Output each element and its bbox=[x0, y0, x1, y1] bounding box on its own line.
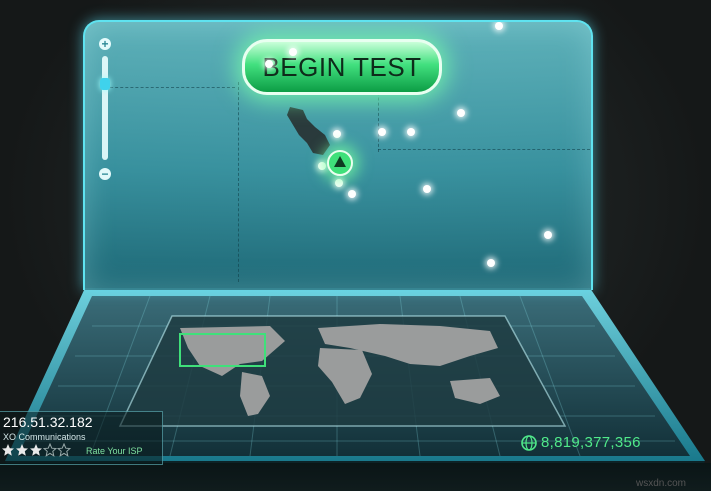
server-dot[interactable] bbox=[487, 259, 495, 267]
landmass-shape bbox=[287, 107, 330, 155]
star-icon[interactable] bbox=[1, 443, 15, 457]
isp-name: XO Communications bbox=[3, 432, 86, 442]
server-dot[interactable] bbox=[333, 130, 341, 138]
zoom-out-button[interactable]: − bbox=[99, 168, 111, 180]
star-icon[interactable] bbox=[29, 443, 43, 457]
total-tests-counter: 8,819,377,356 bbox=[521, 434, 641, 451]
footer-bar bbox=[0, 463, 711, 491]
server-dot[interactable] bbox=[378, 128, 386, 136]
isp-rating-stars[interactable] bbox=[1, 443, 71, 457]
server-dot[interactable] bbox=[348, 190, 356, 198]
globe-icon bbox=[521, 434, 537, 451]
begin-test-button[interactable]: BEGIN TEST bbox=[242, 39, 442, 95]
star-icon[interactable] bbox=[15, 443, 29, 457]
star-icon[interactable] bbox=[43, 443, 57, 457]
watermark: wsxdn.com bbox=[636, 478, 687, 489]
server-dot[interactable] bbox=[544, 231, 552, 239]
zoom-out-icon: − bbox=[101, 167, 109, 181]
zoom-in-icon: + bbox=[101, 37, 109, 51]
zoom-in-button[interactable]: + bbox=[99, 38, 111, 50]
server-dot[interactable] bbox=[457, 109, 465, 117]
server-dot[interactable] bbox=[407, 128, 415, 136]
server-map-screen[interactable]: + − BEGIN TEST bbox=[83, 20, 593, 290]
server-dot[interactable] bbox=[265, 60, 273, 68]
triangle-marker-icon bbox=[334, 156, 346, 167]
server-dot[interactable] bbox=[318, 162, 326, 170]
zoom-slider-thumb[interactable] bbox=[100, 78, 110, 90]
client-info-panel: 216.51.32.182 XO Communications Rate You… bbox=[0, 411, 163, 465]
selected-server-marker[interactable] bbox=[327, 150, 353, 176]
server-dot[interactable] bbox=[495, 22, 503, 30]
server-dot[interactable] bbox=[289, 48, 297, 56]
rate-isp-link[interactable]: Rate Your ISP bbox=[86, 446, 143, 456]
ip-address: 216.51.32.182 bbox=[3, 414, 93, 430]
total-tests-count: 8,819,377,356 bbox=[541, 434, 641, 451]
zoom-slider-track[interactable] bbox=[102, 56, 108, 160]
server-dot[interactable] bbox=[423, 185, 431, 193]
star-icon[interactable] bbox=[57, 443, 71, 457]
server-dot[interactable] bbox=[335, 179, 343, 187]
